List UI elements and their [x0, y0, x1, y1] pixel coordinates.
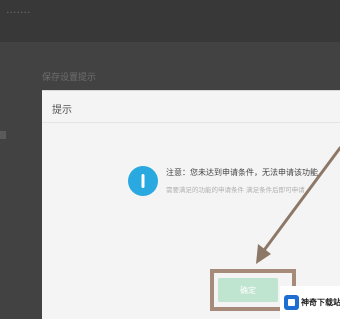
notice-dialog: 提示 注意：您未达到申请条件，无法申请该功能 需要满足的功能的申请条件 满足条件…	[42, 90, 340, 319]
site-watermark: 神奇下载站	[280, 286, 340, 319]
info-icon	[128, 166, 158, 196]
confirm-button[interactable]: 确定	[218, 278, 278, 302]
site-logo-icon	[284, 295, 299, 310]
dialog-title: 提示	[52, 105, 72, 116]
top-bar-text: ·······	[6, 6, 31, 19]
watermark-text: 神奇下载站	[301, 298, 340, 307]
dialog-header: 提示	[42, 91, 340, 123]
top-bar: ·······	[0, 0, 340, 42]
background-section-title: 保存设置提示	[42, 73, 97, 83]
notice-detail: 需要满足的功能的申请条件 满足条件后即可申请	[166, 186, 305, 194]
background-side-marker	[0, 131, 6, 139]
notice-message: 注意：您未达到申请条件，无法申请该功能	[166, 168, 318, 177]
